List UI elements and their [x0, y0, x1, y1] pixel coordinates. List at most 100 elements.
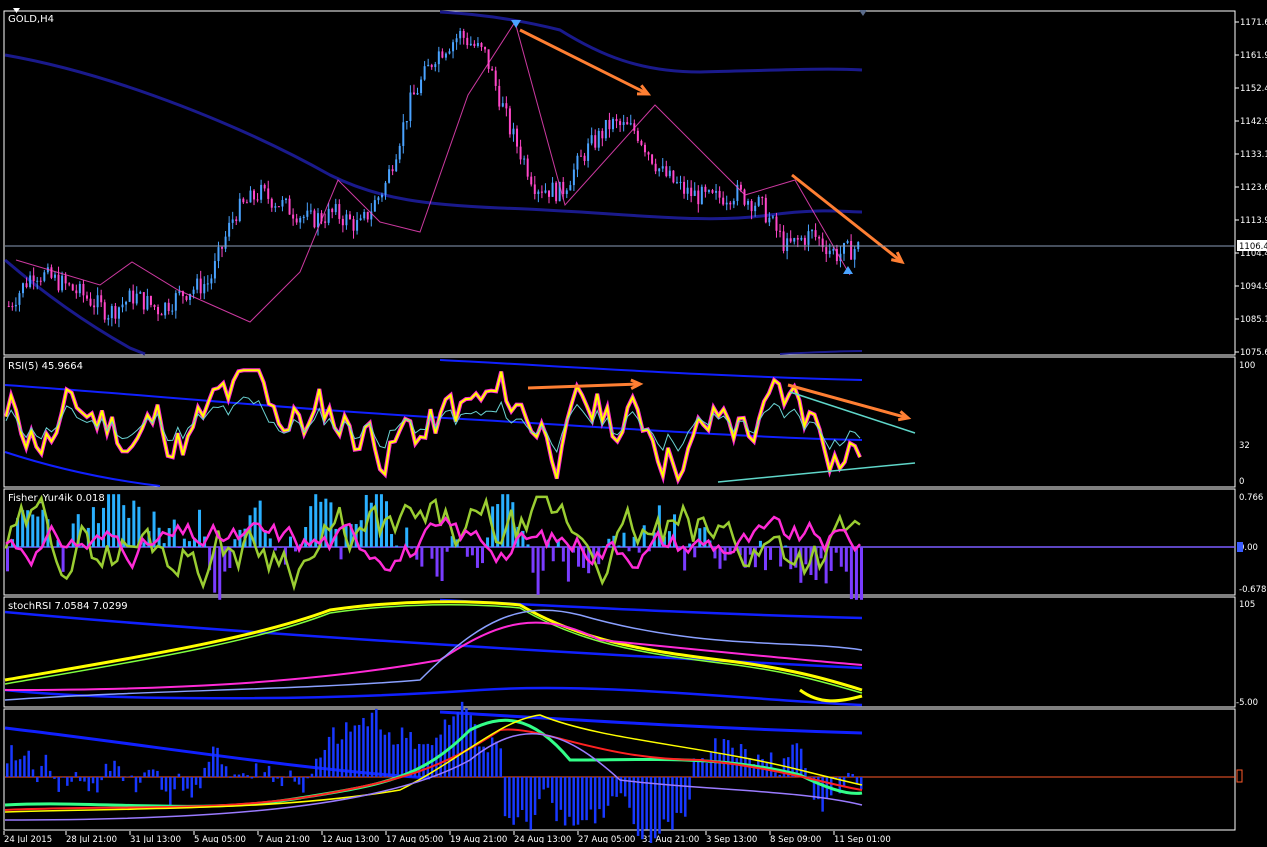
price-tick-label: 1085.1	[1240, 315, 1267, 325]
rsi-tick-32: 32	[1239, 441, 1250, 451]
macd-hist-bar	[718, 754, 721, 777]
macd-hist-bar	[19, 759, 22, 777]
candle-body	[278, 206, 280, 207]
macd-hist-bar	[495, 742, 498, 777]
candle-body	[584, 156, 586, 161]
macd-hist-bar	[143, 772, 146, 777]
candle-body	[153, 305, 155, 307]
candle-body	[175, 293, 177, 310]
macd-hist-bar	[10, 745, 13, 777]
macd-hist-bar	[311, 774, 314, 777]
candle-body	[296, 219, 298, 223]
macd-hist-bar	[208, 762, 211, 777]
fisher-label: Fisher_Yur4ik 0.018	[8, 493, 105, 504]
price-tick-label: 1113.9	[1240, 216, 1267, 226]
fisher-hist-bar	[183, 539, 186, 547]
candle-body	[854, 249, 856, 260]
macd-hist-bar	[706, 763, 709, 777]
fisher-hist-bar	[62, 547, 65, 572]
macd-hist-bar	[487, 752, 490, 777]
macd-hist-bar	[590, 777, 593, 810]
fisher-hist-bar	[835, 547, 838, 553]
macd-hist-bar	[109, 771, 112, 777]
macd-hist-bar	[315, 759, 318, 777]
macd-hist-bar	[169, 777, 172, 806]
macd-hist-bar	[465, 708, 468, 777]
price-tick-label: 1123.6	[1240, 183, 1267, 193]
candle-body	[807, 231, 809, 245]
candle-body	[818, 237, 820, 239]
fisher-tick-top: 0.766	[1239, 493, 1263, 503]
fisher-hist-bar	[400, 547, 403, 548]
macd-hist-bar	[40, 766, 43, 777]
candle-body	[281, 200, 283, 207]
macd-hist-bar	[598, 777, 601, 809]
macd-hist-bar	[66, 777, 69, 786]
macd-hist-bar	[572, 777, 575, 826]
fisher-hist-bar	[269, 538, 272, 547]
candle-body	[317, 213, 319, 227]
candle-body	[651, 155, 653, 164]
candle-body	[498, 86, 500, 107]
macd-hist-bar	[36, 777, 39, 782]
macd-hist-bar	[547, 777, 550, 788]
macd-hist-bar	[371, 713, 374, 777]
fisher-hist-bar	[405, 528, 408, 547]
chart-svg[interactable]: GOLD,H4 RSI(5) 45.9664 Fisher_Yur4ik 0.0…	[0, 0, 1267, 843]
candle-body	[132, 291, 134, 304]
macd-hist-bar	[392, 745, 395, 777]
candle-body	[715, 191, 717, 193]
macd-hist-bar	[667, 777, 670, 822]
time-tick-label: 7 Aug 21:00	[258, 835, 310, 843]
fisher-hist-bar	[764, 547, 767, 570]
candle-body	[541, 192, 543, 193]
macd-hist-bar	[15, 760, 18, 777]
candle-body	[68, 283, 70, 284]
macd-hist-bar	[216, 748, 219, 777]
macd-hist-bar	[800, 749, 803, 777]
candle-body	[456, 38, 458, 42]
rsi-tick-100: 100	[1239, 361, 1255, 371]
candle-body	[146, 296, 148, 309]
candle-body	[406, 121, 408, 122]
fisher-hist-bar	[430, 547, 433, 559]
macd-hist-bar	[328, 737, 331, 777]
candle-body	[488, 49, 490, 69]
macd-hist-bar	[212, 747, 215, 777]
candle-body	[608, 120, 610, 129]
candle-body	[86, 295, 88, 298]
candle-body	[509, 108, 511, 134]
fisher-hist-bar	[410, 547, 413, 549]
candle-body	[381, 195, 383, 198]
macd-hist-bar	[603, 777, 606, 818]
macd-hist-bar	[525, 777, 528, 822]
time-tick-label: 27 Aug 05:00	[578, 835, 635, 843]
candle-body	[694, 191, 696, 196]
chart-window[interactable]: GOLD,H4 RSI(5) 45.9664 Fisher_Yur4ik 0.0…	[0, 0, 1267, 843]
candle-body	[445, 54, 447, 58]
macd-hist-bar	[268, 766, 271, 777]
fisher-hist-bar	[233, 539, 236, 547]
fisher-hist-bar	[693, 547, 696, 557]
candle-body	[111, 306, 113, 318]
fisher-hist-bar	[481, 547, 484, 563]
macd-hist-bar	[53, 777, 56, 779]
candle-body	[168, 303, 170, 311]
macd-hist-bar	[650, 777, 653, 843]
candle-body	[395, 159, 397, 171]
candle-body	[18, 293, 20, 305]
macd-hist-bar	[165, 777, 168, 791]
macd-hist-bar	[744, 749, 747, 777]
fisher-hist-bar	[471, 547, 474, 555]
macd-hist-bar	[615, 777, 618, 797]
fisher-hist-bar	[279, 547, 282, 548]
candle-body	[612, 119, 614, 129]
candle-body	[232, 219, 234, 222]
candle-body	[43, 272, 45, 280]
price-tick-label: 1171.6	[1240, 18, 1267, 28]
macd-hist-bar	[860, 777, 863, 789]
candle-body	[662, 166, 664, 168]
candle-body	[40, 281, 42, 282]
macd-hist-bar	[272, 777, 275, 782]
time-tick-label: 5 Aug 05:00	[194, 835, 246, 843]
